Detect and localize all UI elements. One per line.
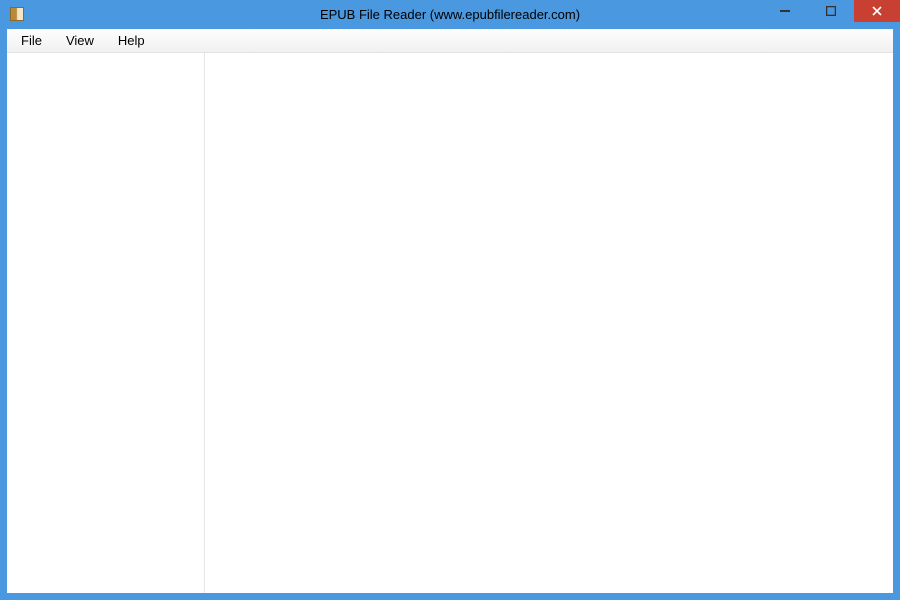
content-area xyxy=(7,53,893,593)
book-icon xyxy=(10,7,24,21)
maximize-icon xyxy=(826,6,836,16)
menu-help[interactable]: Help xyxy=(106,29,157,52)
titlebar[interactable]: EPUB File Reader (www.epubfilereader.com… xyxy=(0,0,900,28)
minimize-icon xyxy=(780,6,790,16)
client-area: File View Help xyxy=(6,28,894,594)
menubar: File View Help xyxy=(7,29,893,53)
toc-panel[interactable] xyxy=(7,53,205,593)
reader-panel[interactable] xyxy=(205,53,893,593)
close-button[interactable] xyxy=(854,0,900,22)
menu-file[interactable]: File xyxy=(9,29,54,52)
window-frame: EPUB File Reader (www.epubfilereader.com… xyxy=(0,0,900,600)
menu-view[interactable]: View xyxy=(54,29,106,52)
minimize-button[interactable] xyxy=(762,0,808,22)
close-icon xyxy=(872,6,882,16)
caption-buttons xyxy=(762,0,900,22)
maximize-button[interactable] xyxy=(808,0,854,22)
